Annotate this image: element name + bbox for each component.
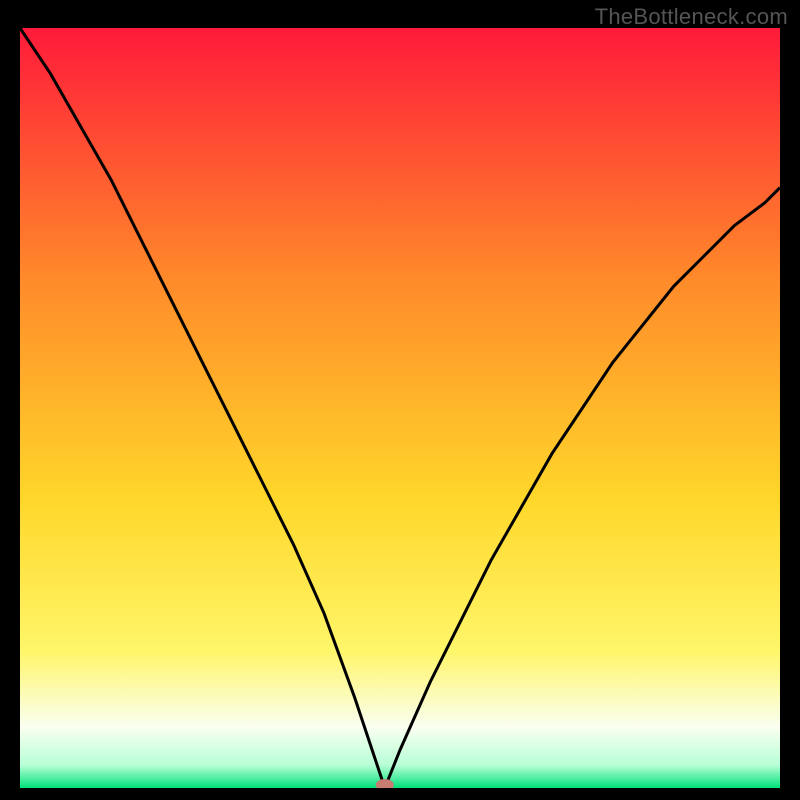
watermark-text: TheBottleneck.com: [595, 4, 788, 30]
gradient-background: [20, 28, 780, 788]
chart-frame: TheBottleneck.com: [0, 0, 800, 800]
bottleneck-chart: [20, 28, 780, 788]
